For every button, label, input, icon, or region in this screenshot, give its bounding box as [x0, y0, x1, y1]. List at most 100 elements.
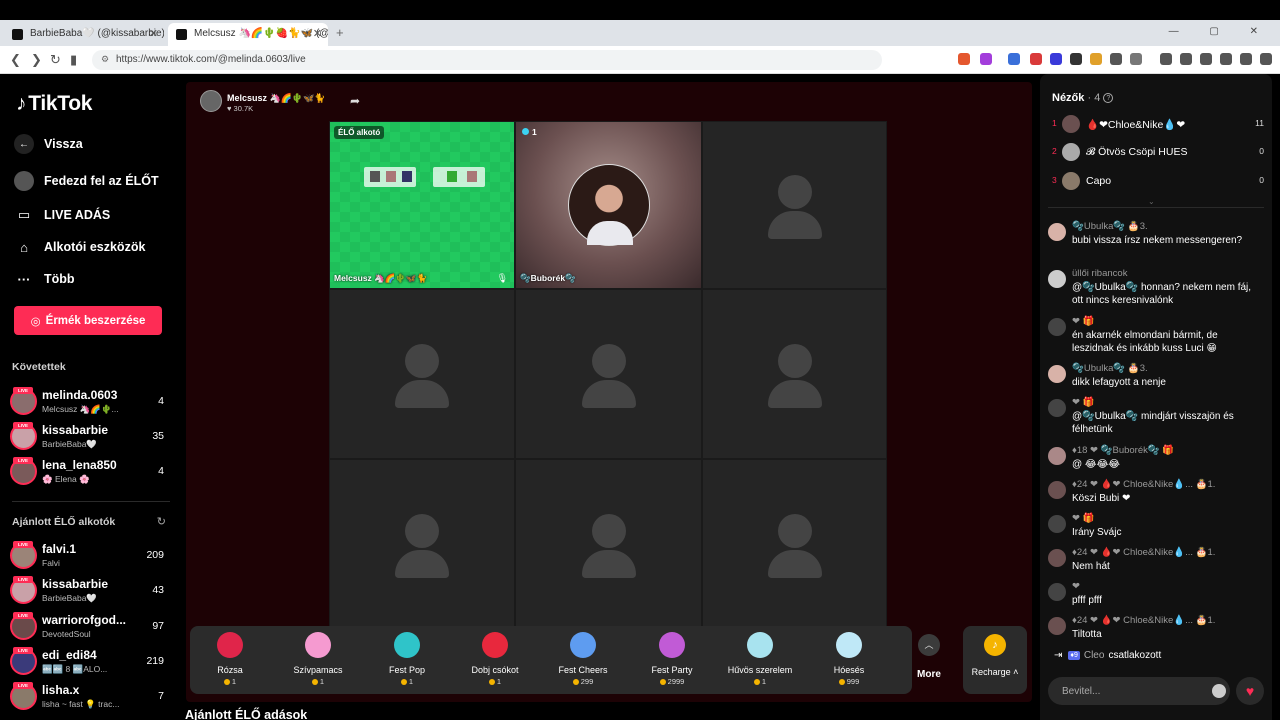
extension-icon[interactable]	[1070, 53, 1082, 65]
more-link[interactable]: ··· Több	[14, 269, 75, 289]
browser-tab-2[interactable]: Melcsusz 🦄🌈🌵🍓🐈🦋 (@m ✕	[168, 23, 328, 46]
chat-user[interactable]: üllői ribancok	[1072, 268, 1127, 279]
recommended-account[interactable]: LIVE kissabarbie BarbieBaba🤍 43	[10, 575, 168, 607]
top-viewer-row[interactable]: 3 Capo 0	[1050, 171, 1264, 191]
info-icon[interactable]: ?	[1103, 93, 1114, 104]
creator-tools-link[interactable]: ⌂ Alkotói eszközök	[14, 237, 145, 257]
emoji-icon[interactable]	[1212, 684, 1226, 698]
his-extension-icon[interactable]	[1050, 53, 1062, 65]
chat-user[interactable]: ♦24 ❤ 🩸❤ Chloe&Nike💧... 🎂1.	[1072, 615, 1215, 626]
puzzle-extension-icon[interactable]	[1110, 53, 1122, 65]
window-controls[interactable]: — ▢ ✕	[1169, 26, 1272, 37]
more-gifts-button[interactable]: ︿ More	[904, 626, 954, 680]
top-viewer-row[interactable]: 1 🩸❤Chloe&Nike💧❤ 11	[1050, 114, 1264, 134]
host-video-cell[interactable]: ÉLŐ alkotó Melcsusz 🦄🌈🌵🦋🐈 🎙	[329, 121, 515, 289]
viewers-header[interactable]: Nézők · 4?	[1052, 92, 1114, 104]
chevron-down-icon[interactable]: ⌄	[1148, 197, 1155, 206]
recommended-account[interactable]: LIVE lisha.x lisha ~ fast 💡 trac... 7	[10, 681, 168, 713]
get-coins-button[interactable]: ◎ Érmék beszerzése	[14, 306, 162, 335]
gift-item[interactable]: Rózsa 1	[190, 632, 270, 686]
gift-item[interactable]: Fest Cheers 299	[543, 632, 623, 686]
leo-icon[interactable]	[1220, 53, 1232, 65]
avatar[interactable]	[1048, 515, 1066, 533]
refresh-icon[interactable]: ↻	[157, 515, 166, 528]
chat-user[interactable]: ❤ 🎁	[1072, 513, 1094, 524]
avatar[interactable]	[1048, 270, 1066, 288]
avatar[interactable]	[1048, 549, 1066, 567]
chat-input[interactable]: Bevitel...	[1048, 677, 1230, 705]
reload-icon[interactable]: ↻	[50, 52, 61, 68]
account-name: kissabarbie	[42, 423, 109, 437]
red-extension-icon[interactable]	[1030, 53, 1042, 65]
close-tab-icon[interactable]: ✕	[313, 27, 322, 40]
recommended-account[interactable]: LIVE warriorofgod... DevotedSoul 97	[10, 611, 168, 643]
avatar[interactable]	[1048, 481, 1066, 499]
avatar[interactable]	[1048, 617, 1066, 635]
following-account[interactable]: LIVE kissabarbie BarbieBaba🤍 35	[10, 421, 168, 453]
recommended-account[interactable]: LIVE falvi.1 Falvi 209	[10, 540, 168, 572]
translate-extension-icon[interactable]	[1008, 53, 1020, 65]
back-nav-icon[interactable]: ❮	[10, 52, 21, 68]
avatar[interactable]	[1048, 318, 1066, 336]
joined-user[interactable]: Cleo	[1084, 650, 1105, 661]
gift-item[interactable]: Hóesés 999	[809, 632, 889, 686]
menu-icon[interactable]	[1260, 53, 1272, 65]
recharge-button[interactable]: ♪ Recharge ˄	[963, 626, 1027, 694]
sidebar-toggle-icon[interactable]	[1180, 53, 1192, 65]
browser-tab-1[interactable]: BarbieBaba🤍 (@kissabarbie) ÉLŐ ✕	[4, 23, 164, 46]
brave-shield-icon[interactable]	[958, 53, 970, 65]
gift-item[interactable]: Szívpamacs 1	[278, 632, 358, 686]
live-badge: LIVE	[13, 647, 33, 654]
wallet-icon[interactable]	[1200, 53, 1212, 65]
viewer-count: 43	[152, 584, 164, 596]
chat-user[interactable]: ♦24 ❤ 🩸❤ Chloe&Nike💧... 🎂1.	[1072, 547, 1215, 558]
forward-nav-icon[interactable]: ❯	[31, 52, 42, 68]
avatar[interactable]	[1048, 223, 1066, 241]
gift-item[interactable]: Fest Pop 1	[367, 632, 447, 686]
share-icon[interactable]: ➦	[350, 94, 360, 108]
chat-user[interactable]: 🫧Ubulka🫧 🎂3.	[1072, 221, 1148, 232]
empty-guest-slot[interactable]	[515, 289, 702, 459]
triangle-extension-icon[interactable]	[980, 53, 992, 65]
extension-icon[interactable]	[1130, 53, 1142, 65]
extension-icon[interactable]	[1090, 53, 1102, 65]
bookmark-icon[interactable]: ▮	[70, 52, 77, 68]
chat-user[interactable]: ♦18 ❤ 🫧Buborék🫧 🎁	[1072, 445, 1174, 456]
media-icon[interactable]	[1160, 53, 1172, 65]
avatar[interactable]	[1048, 583, 1066, 601]
following-account[interactable]: LIVE melinda.0603 Melcsusz 🦄🌈🌵... 4	[10, 386, 168, 418]
like-heart-button[interactable]: ♥	[1236, 677, 1264, 705]
empty-guest-slot[interactable]	[702, 459, 887, 629]
guest-video-cell[interactable]: 1 🫧Buborék🫧	[515, 121, 702, 289]
site-info-icon[interactable]: ⚙	[101, 54, 109, 65]
tiktok-logo[interactable]: ♪TikTok	[16, 92, 92, 116]
empty-guest-slot[interactable]	[329, 459, 515, 629]
empty-guest-slot[interactable]	[329, 289, 515, 459]
gift-item[interactable]: Fest Party 2999	[632, 632, 712, 686]
live-studio-link[interactable]: ▭ LIVE ADÁS	[14, 205, 110, 225]
chat-user[interactable]: 🫧Ubulka🫧 🎂3.	[1072, 363, 1148, 374]
close-tab-icon[interactable]: ✕	[149, 27, 158, 40]
gift-item[interactable]: Dobj csókot 1	[455, 632, 535, 686]
explore-live-link[interactable]: Fedezd fel az ÉLŐT	[14, 171, 159, 191]
following-account[interactable]: LIVE lena_lena850 🌸 Elena 🌸 4	[10, 456, 168, 488]
gift-item[interactable]: Hűvös szerelem 1	[720, 632, 800, 686]
chat-user[interactable]: ❤ 🎁	[1072, 316, 1094, 327]
recommended-account[interactable]: LIVE edi_edi84 🔤🔤 8 🔤ALO... 219	[10, 646, 168, 678]
chat-user[interactable]: ♦24 ❤ 🩸❤ Chloe&Nike💧... 🎂1.	[1072, 479, 1215, 490]
chat-user[interactable]: ❤ 🎁	[1072, 397, 1094, 408]
host-avatar[interactable]	[200, 90, 222, 112]
back-link[interactable]: ← Vissza	[14, 134, 83, 154]
new-tab-button[interactable]: +	[336, 25, 344, 40]
empty-guest-slot[interactable]	[702, 289, 887, 459]
chat-user[interactable]: ❤	[1072, 581, 1080, 592]
avatar[interactable]	[1048, 399, 1066, 417]
empty-guest-slot[interactable]	[515, 459, 702, 629]
avatar[interactable]	[1048, 447, 1066, 465]
vpn-icon[interactable]	[1240, 53, 1252, 65]
empty-guest-slot[interactable]	[702, 121, 887, 289]
top-viewer-row[interactable]: 2 𝓑 Ötvös Csöpi HUES 0	[1050, 142, 1264, 162]
gift-price-value: 1	[761, 677, 767, 686]
avatar[interactable]	[1048, 365, 1066, 383]
url-field[interactable]: ⚙ https://www.tiktok.com/@melinda.0603/l…	[92, 50, 882, 70]
